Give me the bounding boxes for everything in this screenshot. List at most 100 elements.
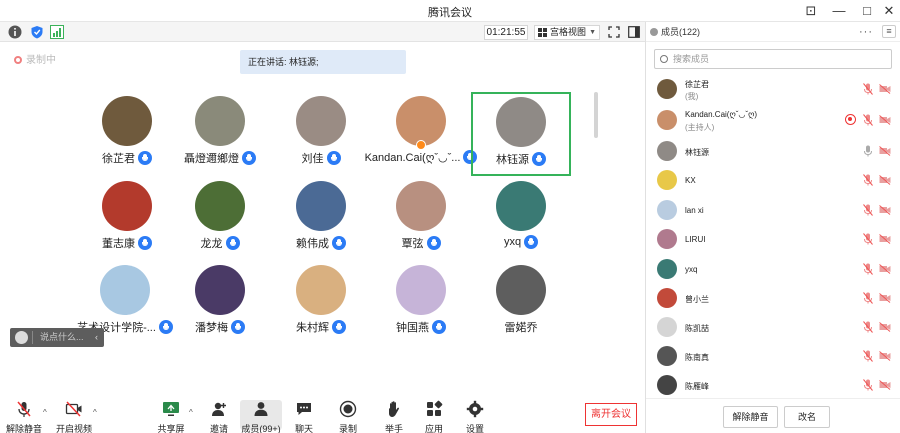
- view-selector[interactable]: 宫格视图 ▼: [534, 25, 600, 40]
- mic-muted-icon[interactable]: [863, 350, 873, 362]
- apps-button[interactable]: 应用: [421, 400, 447, 433]
- speaking-banner: 正在讲话: 林钰源;: [240, 50, 406, 74]
- raise-hand-button[interactable]: 举手: [381, 400, 407, 433]
- share-screen-button[interactable]: 共享屏幕: [154, 400, 188, 433]
- mic-muted-icon[interactable]: [863, 321, 873, 333]
- participant-tile[interactable]: 龙龙: [170, 181, 270, 251]
- search-members-input[interactable]: 搜索成员: [654, 49, 892, 69]
- chevron-left-icon[interactable]: ‹: [95, 328, 98, 347]
- sidebar-toggle-icon[interactable]: [628, 26, 640, 38]
- mic-icon: [231, 320, 245, 334]
- video-off-icon[interactable]: [879, 351, 891, 361]
- avatar: [657, 259, 677, 279]
- participant-tile[interactable]: 雷婼乔: [471, 265, 571, 335]
- participant-tile[interactable]: Kandan.Cai(ღˇ◡ˇ...: [365, 96, 478, 164]
- active-speaker-tile[interactable]: 林钰源: [471, 92, 571, 176]
- mic-muted-icon[interactable]: [863, 292, 873, 304]
- member-name: Kandan.Cai(ღˇ◡ˇღ): [685, 110, 758, 119]
- collapse-icon[interactable]: ⊡: [800, 2, 822, 20]
- leave-meeting-button[interactable]: 离开会议: [585, 403, 637, 426]
- video-off-icon[interactable]: [879, 84, 891, 94]
- participant-name: 钟国燕: [396, 322, 429, 334]
- mic-muted-icon[interactable]: [863, 233, 873, 245]
- video-off-icon[interactable]: [879, 115, 891, 125]
- video-off-icon[interactable]: [879, 234, 891, 244]
- participant-tile[interactable]: 覃弦: [371, 181, 471, 251]
- info-icon[interactable]: [8, 25, 22, 39]
- video-off-icon[interactable]: [879, 205, 891, 215]
- close-button[interactable]: ✕: [878, 2, 900, 20]
- participant-tile[interactable]: 董志康: [77, 181, 177, 251]
- participant-tile[interactable]: 艺术设计学院-...: [70, 265, 180, 335]
- chevron-up-icon[interactable]: ^: [93, 408, 97, 417]
- video-off-icon[interactable]: [879, 293, 891, 303]
- member-row[interactable]: 陈凯喆: [646, 313, 900, 341]
- chevron-up-icon[interactable]: ^: [189, 408, 193, 417]
- shield-icon[interactable]: [30, 25, 44, 39]
- participant-tile[interactable]: 聶燈邇鄉燈: [170, 96, 270, 166]
- mic-muted-icon[interactable]: [863, 174, 873, 186]
- member-name: 徐芷君: [685, 80, 709, 89]
- member-row[interactable]: lan xi: [646, 196, 900, 224]
- mic-muted-icon[interactable]: [863, 263, 873, 275]
- chat-quick-input[interactable]: 说点什么... ‹: [10, 328, 104, 347]
- video-off-icon[interactable]: [879, 175, 891, 185]
- grid-scrollbar[interactable]: [594, 92, 598, 138]
- rename-button[interactable]: 改名: [784, 406, 830, 428]
- video-off-icon[interactable]: [879, 380, 891, 390]
- record-label: 录制: [338, 424, 357, 433]
- minimize-button[interactable]: —: [828, 2, 850, 20]
- chevron-up-icon[interactable]: ^: [43, 408, 47, 417]
- member-name: 曾小兰: [685, 295, 709, 304]
- video-off-icon[interactable]: [879, 322, 891, 332]
- participant-tile[interactable]: 朱村辉: [271, 265, 371, 335]
- participant-name: 朱村辉: [296, 322, 329, 334]
- participant-tile[interactable]: 赖伟成: [271, 181, 371, 251]
- emoji-icon[interactable]: [15, 331, 28, 344]
- avatar: [496, 97, 546, 147]
- member-row[interactable]: Kandan.Cai(ღˇ◡ˇღ) (主持人): [646, 106, 900, 134]
- member-row[interactable]: LIRUI: [646, 225, 900, 253]
- video-button[interactable]: 开启视频: [56, 400, 92, 433]
- record-button[interactable]: 录制: [335, 400, 361, 433]
- hand-icon: [389, 401, 399, 417]
- mic-icon[interactable]: [863, 145, 873, 157]
- members-button[interactable]: 成员(99+): [240, 400, 282, 433]
- mic-muted-icon[interactable]: [863, 114, 873, 126]
- settings-label: 设置: [465, 424, 484, 433]
- member-row[interactable]: 徐芷君 (我): [646, 75, 900, 103]
- search-icon: [660, 55, 668, 63]
- avatar: [102, 181, 152, 231]
- video-off-icon: [65, 401, 82, 417]
- member-row[interactable]: 林钰源: [646, 137, 900, 165]
- chat-button[interactable]: 聊天: [291, 400, 317, 433]
- divider: [32, 331, 33, 344]
- participant-tile[interactable]: 钟国燕: [371, 265, 471, 335]
- unmute-all-button[interactable]: 解除静音: [723, 406, 778, 428]
- invite-button[interactable]: 邀请: [205, 400, 233, 433]
- participant-tile[interactable]: yxq: [471, 181, 571, 249]
- member-row[interactable]: KX: [646, 166, 900, 194]
- video-off-icon[interactable]: [879, 146, 891, 156]
- unmute-button[interactable]: 解除静音: [6, 400, 42, 433]
- fullscreen-icon[interactable]: [608, 26, 620, 38]
- participant-tile[interactable]: 潘梦梅: [170, 265, 270, 335]
- member-row[interactable]: 陈雁峰: [646, 371, 900, 399]
- gear-icon: [466, 400, 484, 418]
- mic-muted-icon[interactable]: [863, 83, 873, 95]
- member-row[interactable]: 陈南真: [646, 342, 900, 370]
- mic-muted-icon[interactable]: [863, 379, 873, 391]
- recording-indicator: 录制中: [14, 51, 56, 66]
- maximize-button[interactable]: □: [856, 2, 878, 20]
- chat-icon: [297, 403, 311, 415]
- participant-tile[interactable]: 刘佳: [271, 96, 371, 166]
- member-row[interactable]: 曾小兰: [646, 284, 900, 312]
- member-row[interactable]: yxq: [646, 255, 900, 283]
- mic-muted-icon[interactable]: [863, 204, 873, 216]
- menu-icon[interactable]: ≡: [882, 25, 896, 38]
- video-off-icon[interactable]: [879, 264, 891, 274]
- more-options-icon[interactable]: ···: [859, 22, 873, 42]
- settings-button[interactable]: 设置: [462, 400, 488, 433]
- signal-icon[interactable]: [50, 25, 64, 39]
- participant-tile[interactable]: 徐芷君: [77, 96, 177, 166]
